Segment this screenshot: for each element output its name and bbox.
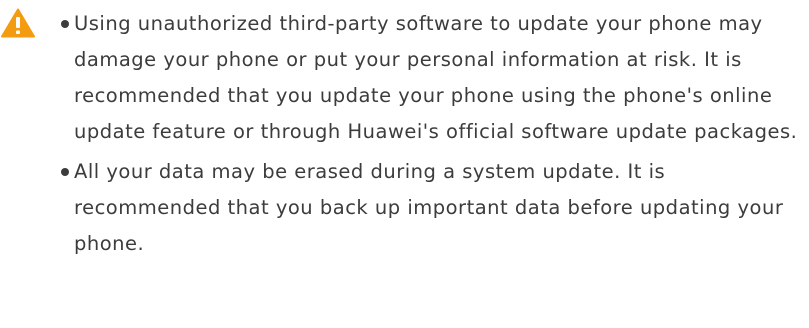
notice-bullet-text: Using unauthorized third-party software … xyxy=(74,12,798,143)
notice-bullet-item: All your data may be erased during a sys… xyxy=(58,154,803,262)
notice-bullet-text: All your data may be erased during a sys… xyxy=(74,160,784,255)
notice-bullet-list: Using unauthorized third-party software … xyxy=(58,6,803,262)
notice-bullet-item: Using unauthorized third-party software … xyxy=(58,6,803,150)
warning-notice: Using unauthorized third-party software … xyxy=(0,0,809,328)
bullet-dot-icon xyxy=(61,168,69,176)
warning-triangle-icon xyxy=(1,8,35,38)
bullet-dot-icon xyxy=(61,20,69,28)
